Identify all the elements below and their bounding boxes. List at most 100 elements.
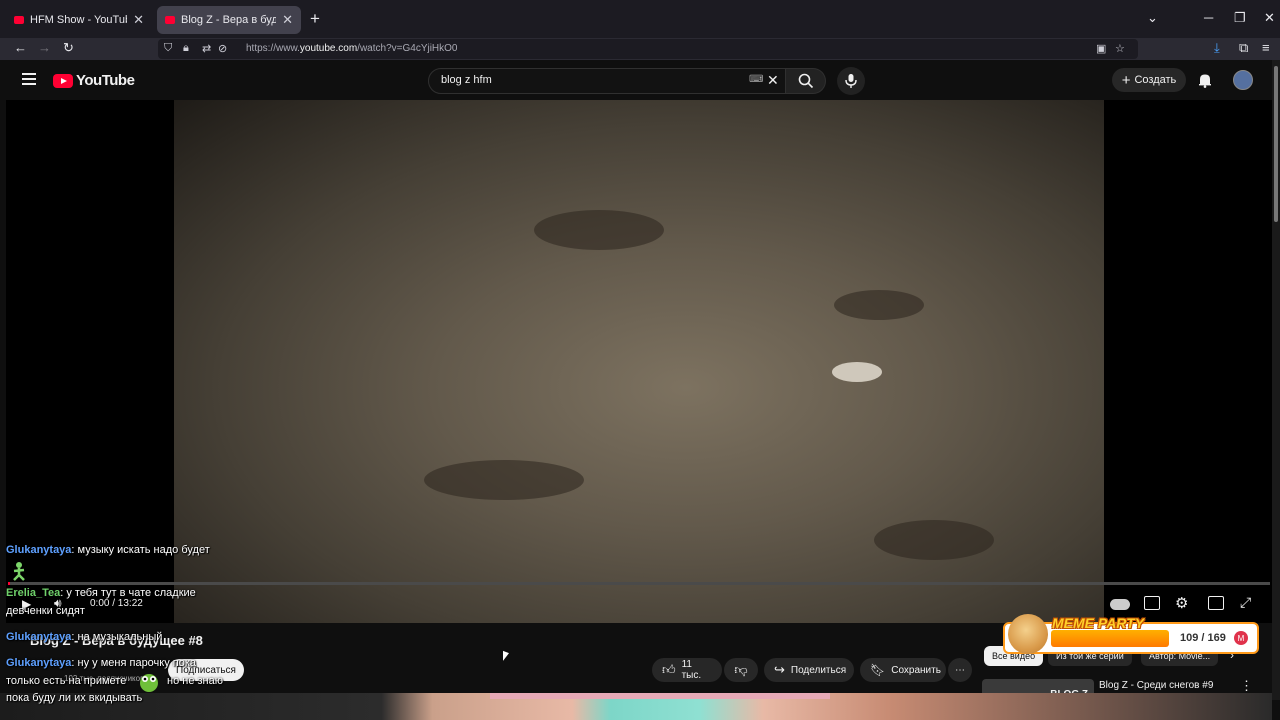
chat-nick: Glukanytaya (6, 657, 72, 669)
like-count: 11 тыс. (681, 659, 702, 681)
url-text[interactable]: https://www.youtube.com/watch?v=G4cYjiHk… (246, 43, 458, 54)
reload-icon[interactable]: ↻ (63, 40, 74, 56)
browser-tab-bar: HFM Show - YouTube ✕ Blog Z - Вера в буд… (0, 0, 1280, 38)
minimize-button[interactable]: ─ (1204, 10, 1213, 25)
thumbs-down-icon: 👎︎ (734, 662, 748, 677)
more-horizontal-icon: ⋯ (955, 664, 965, 676)
chat-nick: Glukanytaya (6, 544, 72, 556)
video-frame[interactable] (174, 100, 1104, 623)
notifications-bell-icon[interactable] (1197, 72, 1213, 88)
permissions-icon[interactable]: ⇄ (202, 42, 211, 55)
downloads-icon[interactable]: ⤓ (1214, 40, 1220, 56)
video-texture (874, 520, 994, 560)
anime-art-hair (490, 693, 830, 699)
forward-arrow-icon[interactable]: → (38, 40, 51, 55)
search-input[interactable] (439, 73, 743, 87)
tab-title: Blog Z - Вера в будущее #8 - Y (181, 14, 277, 26)
youtube-favicon-icon (14, 16, 24, 24)
dislike-button[interactable]: 👎︎ (724, 658, 758, 682)
chat-message: Erelia_Tea: у тебя тут в чате сладкие (6, 587, 196, 600)
share-label: Поделиться (790, 664, 847, 676)
chat-text: : у тебя тут в чате сладкие (60, 587, 196, 599)
tab-title: HFM Show - YouTube (30, 14, 128, 26)
subtitles-icon[interactable] (1144, 596, 1160, 610)
meme-party-progress-bar (1051, 630, 1169, 647)
autoplay-toggle[interactable] (1110, 599, 1130, 610)
extensions-icon[interactable]: ⧉ (1239, 40, 1248, 56)
youtube-header: YouTube ⌨ ✕ + Создать (0, 60, 1272, 100)
chat-text: пока буду ли их вкидывать (6, 692, 143, 704)
keyboard-icon[interactable]: ⌨ (749, 74, 763, 85)
share-arrow-icon: ↪ (774, 662, 785, 677)
account-avatar[interactable] (1233, 70, 1253, 90)
chat-text: : на музыкальный (71, 631, 163, 643)
chat-nick: Erelia_Tea (6, 587, 61, 599)
frog-emote-icon (140, 674, 158, 692)
save-button[interactable]: 🔖︎ Сохранить (860, 658, 946, 682)
window-close-button[interactable]: ✕ (1264, 10, 1275, 26)
fullscreen-icon[interactable]: ⤢ (1240, 594, 1251, 611)
settings-gear-icon[interactable]: ⚙ (1175, 594, 1188, 612)
video-texture (534, 210, 664, 250)
recommended-title[interactable]: Blog Z - Среди снегов #9 (1099, 680, 1213, 691)
recommended-menu-icon[interactable]: ⋮ (1240, 678, 1253, 694)
video-progress-fill (8, 582, 10, 585)
meme-party-title: MEME PARTY (1052, 615, 1145, 631)
back-arrow-icon[interactable]: ← (14, 40, 27, 55)
search-icon (798, 73, 814, 89)
doge-mascot-icon (1008, 614, 1048, 654)
guide-menu-icon[interactable] (22, 73, 36, 85)
reader-view-icon[interactable]: ▣ (1096, 42, 1106, 55)
video-texture (424, 460, 584, 500)
chat-text: но не знаю (167, 675, 223, 687)
tab-blog-z[interactable]: Blog Z - Вера в будущее #8 - Y ✕ (157, 6, 301, 34)
bookmark-icon: 🔖︎ (870, 663, 886, 677)
youtube-logo[interactable]: YouTube (53, 72, 135, 89)
lock-icon[interactable]: 🔒︎ (183, 42, 189, 55)
chat-text: девченки сидят (6, 605, 85, 617)
meme-coin-icon: M (1234, 631, 1248, 645)
create-label: Создать (1134, 74, 1177, 86)
new-tab-button[interactable]: + (310, 9, 320, 29)
chat-message: только есть на примете (6, 675, 126, 688)
youtube-favicon-icon (165, 16, 175, 24)
chat-text: : ну у меня парочку пока (71, 657, 197, 669)
meme-party-count: 109 / 169 (1180, 632, 1226, 644)
search-button[interactable] (786, 68, 826, 94)
chat-nick: Glukanytaya (6, 631, 72, 643)
chat-message: пока буду ли их вкидывать (6, 692, 142, 705)
chat-message: девченки сидят (6, 605, 85, 618)
chat-message: Glukanytaya: музыку искать надо будет (6, 544, 210, 557)
search-box: ⌨ ✕ (428, 68, 786, 94)
chat-text: только есть на примете (6, 675, 127, 687)
create-button[interactable]: + Создать (1112, 68, 1186, 92)
stream-overlay-anime-art (0, 693, 1272, 720)
app-menu-icon[interactable]: ≡ (1262, 40, 1270, 55)
restore-button[interactable]: ❐ (1234, 10, 1246, 26)
autoplay-blocked-icon[interactable]: ⊘ (218, 42, 227, 55)
mouse-cursor-icon (503, 650, 509, 664)
plus-icon: + (1121, 71, 1131, 89)
video-progress-track[interactable] (8, 582, 1270, 585)
tab-hfm-show[interactable]: HFM Show - YouTube ✕ (6, 6, 152, 34)
voice-search-button[interactable] (837, 67, 865, 95)
shield-icon[interactable]: ⛉ (164, 42, 172, 55)
chat-message: но не знаю (167, 675, 223, 688)
save-label: Сохранить (891, 664, 941, 676)
tab-list-chevron-icon[interactable]: ⌄ (1147, 10, 1158, 26)
page-scrollbar-thumb[interactable] (1274, 66, 1278, 222)
bookmark-star-icon[interactable]: ☆ (1115, 42, 1125, 55)
more-actions-button[interactable]: ⋯ (948, 658, 972, 682)
share-button[interactable]: ↪ Поделиться (764, 658, 854, 682)
theater-mode-icon[interactable] (1208, 596, 1224, 610)
chat-text: : музыку искать надо будет (71, 544, 210, 556)
like-button[interactable]: 👍︎ 11 тыс. (652, 658, 722, 682)
thumbs-up-icon: 👍︎ (662, 662, 676, 677)
tab-close-icon[interactable]: ✕ (282, 12, 293, 28)
address-bar[interactable]: ⛉ 🔒︎ ⇄ ⊘ https://www.youtube.com/watch?v… (158, 39, 1138, 59)
tab-close-icon[interactable]: ✕ (133, 12, 144, 28)
clear-search-icon[interactable]: ✕ (767, 72, 779, 89)
youtube-play-logo-icon (53, 73, 73, 88)
chat-message: Glukanytaya: на музыкальный (6, 631, 162, 644)
browser-nav-bar: ← → ↻ ⛉ 🔒︎ ⇄ ⊘ https://www.youtube.com/w… (0, 38, 1280, 60)
